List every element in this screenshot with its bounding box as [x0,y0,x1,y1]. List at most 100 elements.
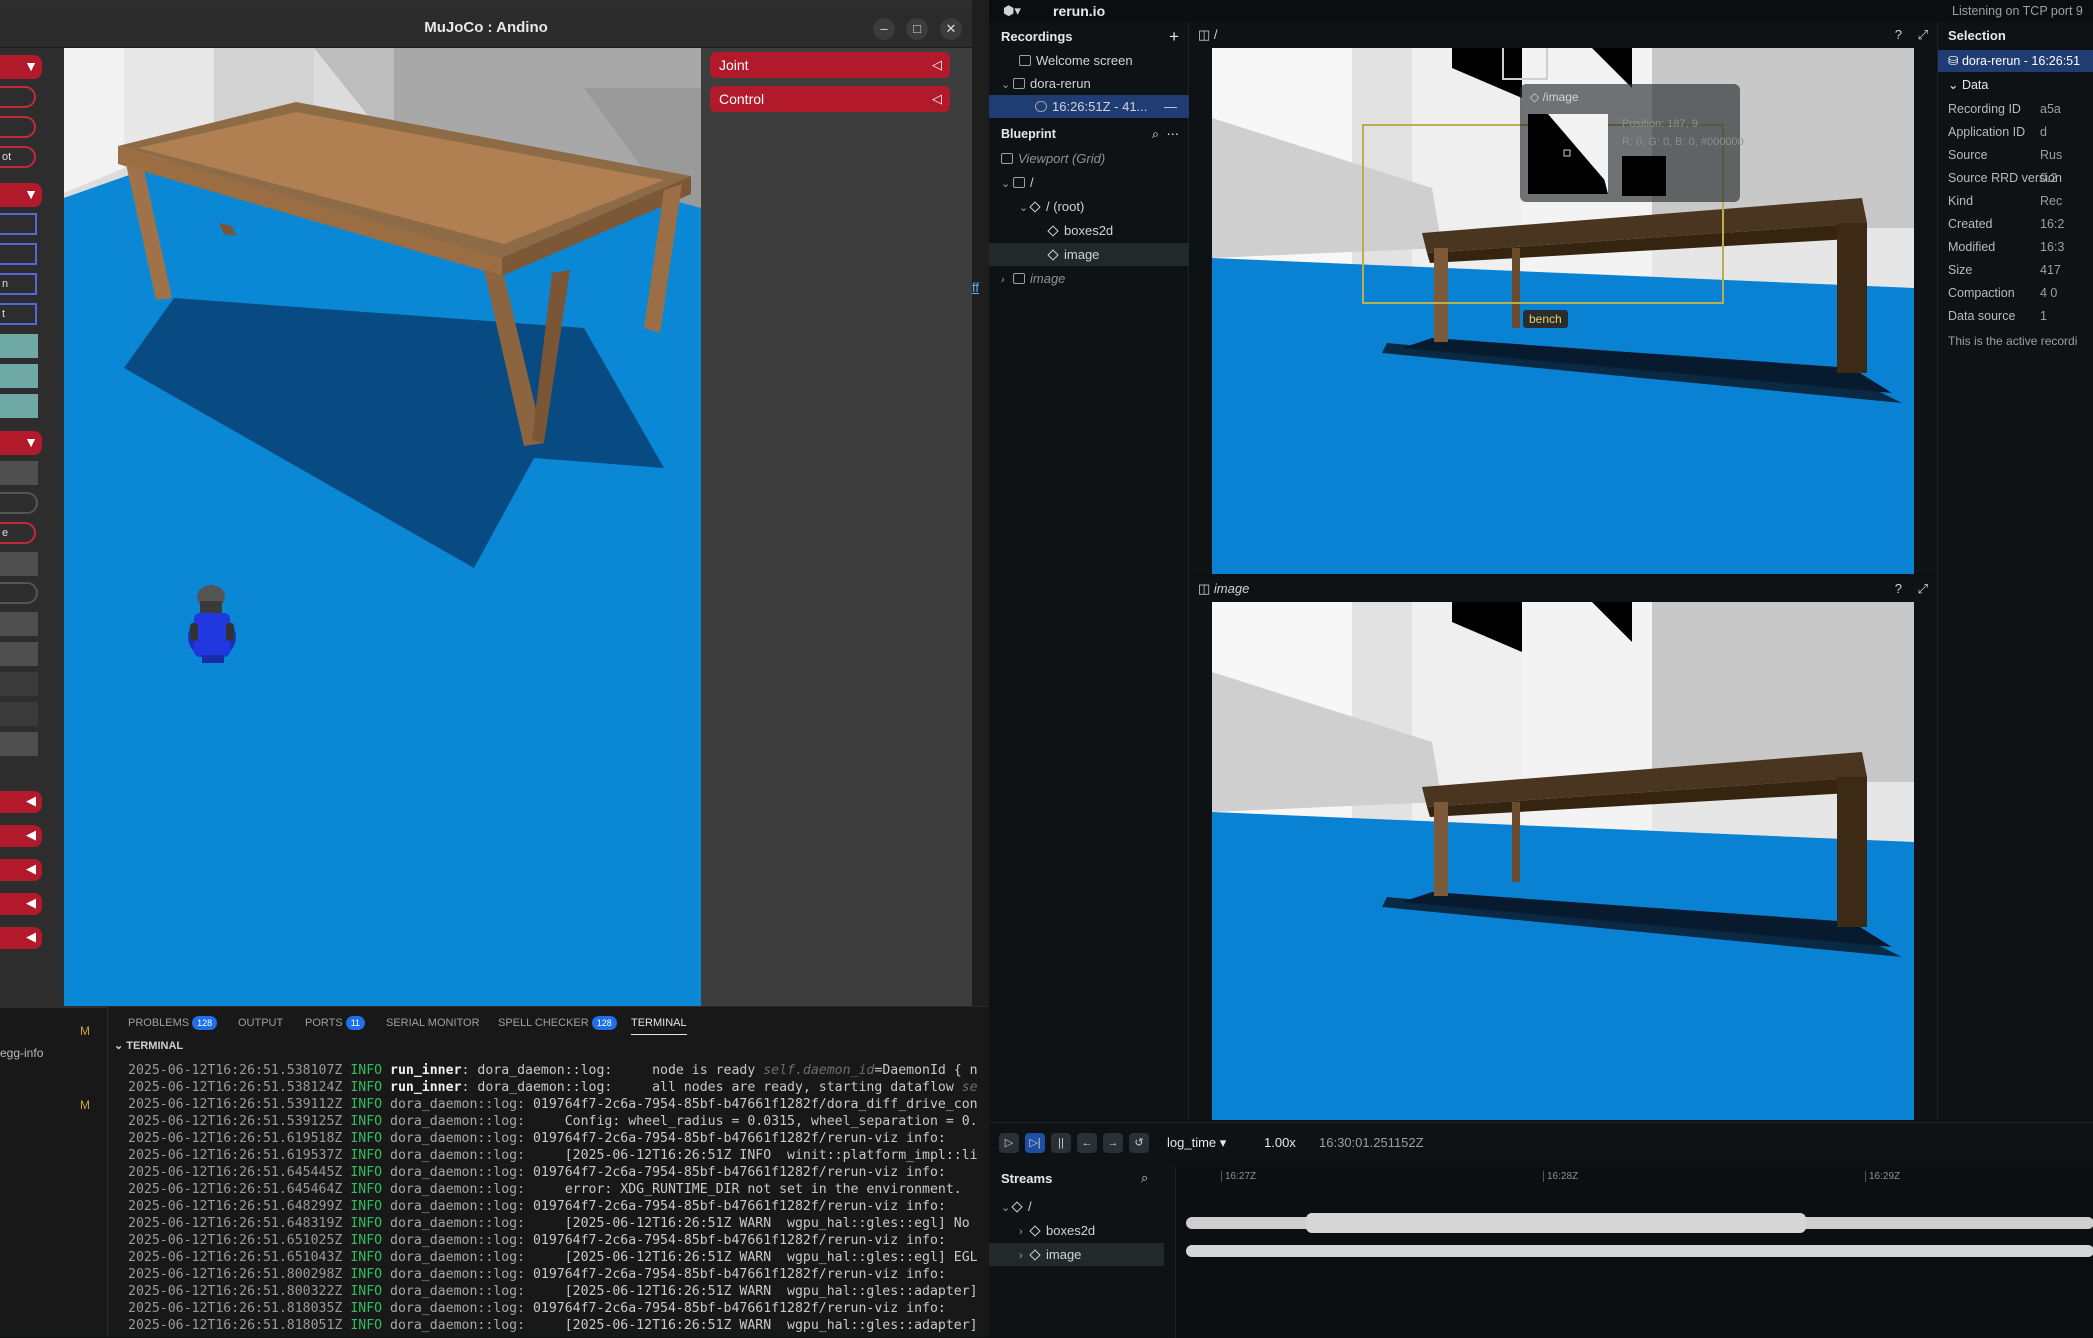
pixel-tooltip: ◇ /image Position: 187, 9 R: 0, G: 0, B:… [1520,84,1744,202]
welcome-screen-item[interactable]: Welcome screen [989,49,1189,72]
minimize-button[interactable]: – [873,18,895,40]
close-recording-icon[interactable]: — [1164,95,1177,118]
tooltip-position: Position: 187, 9 [1622,118,1698,130]
view2d-icon: ◫ [1198,27,1214,42]
option-button[interactable] [0,552,38,576]
recording-item[interactable]: 16:26:51Z - 41... — [989,95,1189,118]
explorer-item[interactable]: egg-info [0,1046,43,1060]
camera-image[interactable]: bench ◇ /image Position: 187, 9 R: 0, G:… [1212,48,1914,574]
mujoco-titlebar[interactable]: MuJoCo : Andino – □ ✕ [0,8,972,48]
data-section-header[interactable]: ⌄ Data [1948,74,1988,97]
play-icon[interactable]: ▷ [999,1133,1019,1153]
option-button[interactable] [0,642,38,666]
property-row: Modified 16:3 [1948,236,2093,259]
entity-icon [1047,249,1059,261]
option-button[interactable] [0,732,38,756]
loop-icon[interactable]: ↺ [1129,1133,1149,1153]
option-toggle[interactable] [0,582,38,604]
terminal-text: dora_daemon::log: [390,1097,526,1112]
joint-section-button[interactable]: Joint ◁ [710,52,950,78]
viewport-item[interactable]: Viewport (Grid) [989,147,1189,170]
view-root-item[interactable]: ⌄ / [989,171,1189,194]
step-back-icon[interactable]: ← [1077,1133,1097,1153]
collapsed-section[interactable]: ◀ [0,893,42,915]
option-button[interactable] [0,612,38,636]
option-button[interactable] [0,461,38,485]
option-toggle[interactable] [0,492,38,514]
spatial-view-root[interactable]: ◫ / ? ⤢ bench ◇ /image Position: 187, 9 … [1190,22,1936,574]
entity-image[interactable]: image [989,243,1189,266]
help-icon[interactable]: ? [1895,576,1902,602]
app-item[interactable]: ⌄ dora-rerun [989,72,1189,95]
maximize-icon[interactable]: ⤢ [1918,22,1928,48]
slider-control[interactable] [0,334,38,358]
view-image-item[interactable]: › image [989,267,1189,290]
entity-icon [1029,1225,1041,1237]
control-section-button[interactable]: Control ◁ [710,86,950,112]
option-toggle[interactable] [0,86,36,108]
option-checkbox[interactable] [0,213,37,235]
entity-boxes2d[interactable]: boxes2d [989,219,1189,242]
terminal-output[interactable]: 2025-06-12T16:26:51.538107Z INFO run_inn… [128,1062,988,1334]
simulation-viewport[interactable] [64,48,701,1006]
tab-problems[interactable]: PROBLEMS 128 [128,1011,218,1035]
collapsed-section[interactable]: ◀ [0,859,42,881]
section-header[interactable]: ▼ [0,183,42,207]
option-checkbox[interactable]: t [0,303,37,325]
section-header[interactable]: ▼ [0,431,42,455]
search-icon[interactable]: ⌕ [1141,1170,1148,1186]
root-entity-item[interactable]: ⌄ / (root) [989,195,1189,218]
maximize-button[interactable]: □ [906,18,928,40]
time-tick: 16:29Z [1865,1171,1900,1182]
tab-ports[interactable]: PORTS 11 [305,1011,366,1035]
camera-image[interactable] [1212,602,1914,1120]
option-checkbox[interactable]: n [0,273,37,295]
terminal-text: [2025-06-12T16:26:51Z WARN wgpu_hal::gle… [525,1216,970,1231]
timeline-selector[interactable]: log_time ▾ [1167,1135,1226,1151]
maximize-icon[interactable]: ⤢ [1918,576,1928,602]
tab-serial-monitor[interactable]: SERIAL MONITOR [386,1011,480,1035]
pause-icon[interactable]: || [1051,1133,1071,1153]
option-toggle[interactable]: ot [0,146,36,168]
tab-spell-checker[interactable]: SPELL CHECKER 128 [498,1011,617,1035]
option-button[interactable] [0,672,38,696]
stream-image[interactable]: › image [989,1243,1164,1266]
add-icon[interactable]: + [1169,25,1179,48]
selected-recording[interactable]: ⛁ dora-rerun - 16:26:51 [1938,50,2093,72]
terminal-text: 2025-06-12T16:26:51.651025Z [128,1233,343,1248]
collapsed-section[interactable]: ◀ [0,825,42,847]
section-header[interactable]: ▼ [0,55,42,79]
follow-icon[interactable]: ▷| [1025,1133,1045,1153]
step-forward-icon[interactable]: → [1103,1133,1123,1153]
stream-boxes2d[interactable]: › boxes2d [989,1219,1164,1242]
recordings-title: Recordings [1001,29,1073,44]
collapsed-section[interactable]: ◀ [0,927,42,949]
option-button[interactable] [0,702,38,726]
slider-control[interactable] [0,364,38,388]
more-icon[interactable]: ⋯ [1167,123,1180,146]
entity-label: boxes2d [1064,223,1114,238]
terminal-section-header[interactable]: ⌄ TERMINAL [114,1039,183,1052]
option-toggle[interactable]: e [0,522,36,544]
terminal-text: dora_daemon::log: [390,1301,526,1316]
option-toggle[interactable] [0,116,36,138]
current-time: 16:30:01.251152Z [1319,1135,1424,1150]
help-icon[interactable]: ? [1895,22,1902,48]
timeline-area[interactable]: 16:27Z 16:28Z 16:29Z [1175,1167,2093,1338]
tab-output[interactable]: OUTPUT [238,1011,283,1035]
close-button[interactable]: ✕ [940,18,962,40]
tooltip-path-text: /image [1542,90,1579,104]
option-checkbox[interactable] [0,243,37,265]
property-value: 0.2 [2040,171,2058,185]
terminal-text: INFO [350,1216,383,1231]
playback-speed[interactable]: 1.00x [1264,1135,1296,1150]
rerun-menu-icon[interactable]: ⬢▾ [1003,3,1021,19]
tab-terminal[interactable]: TERMINAL [631,1011,687,1035]
slider-control[interactable] [0,394,38,418]
spatial-view-image[interactable]: ◫ image ? ⤢ [1190,576,1936,1120]
stream-root[interactable]: ⌄ / [989,1195,1164,1218]
collapsed-section[interactable]: ◀ [0,791,42,813]
search-icon[interactable]: ⌕ [1152,123,1159,146]
